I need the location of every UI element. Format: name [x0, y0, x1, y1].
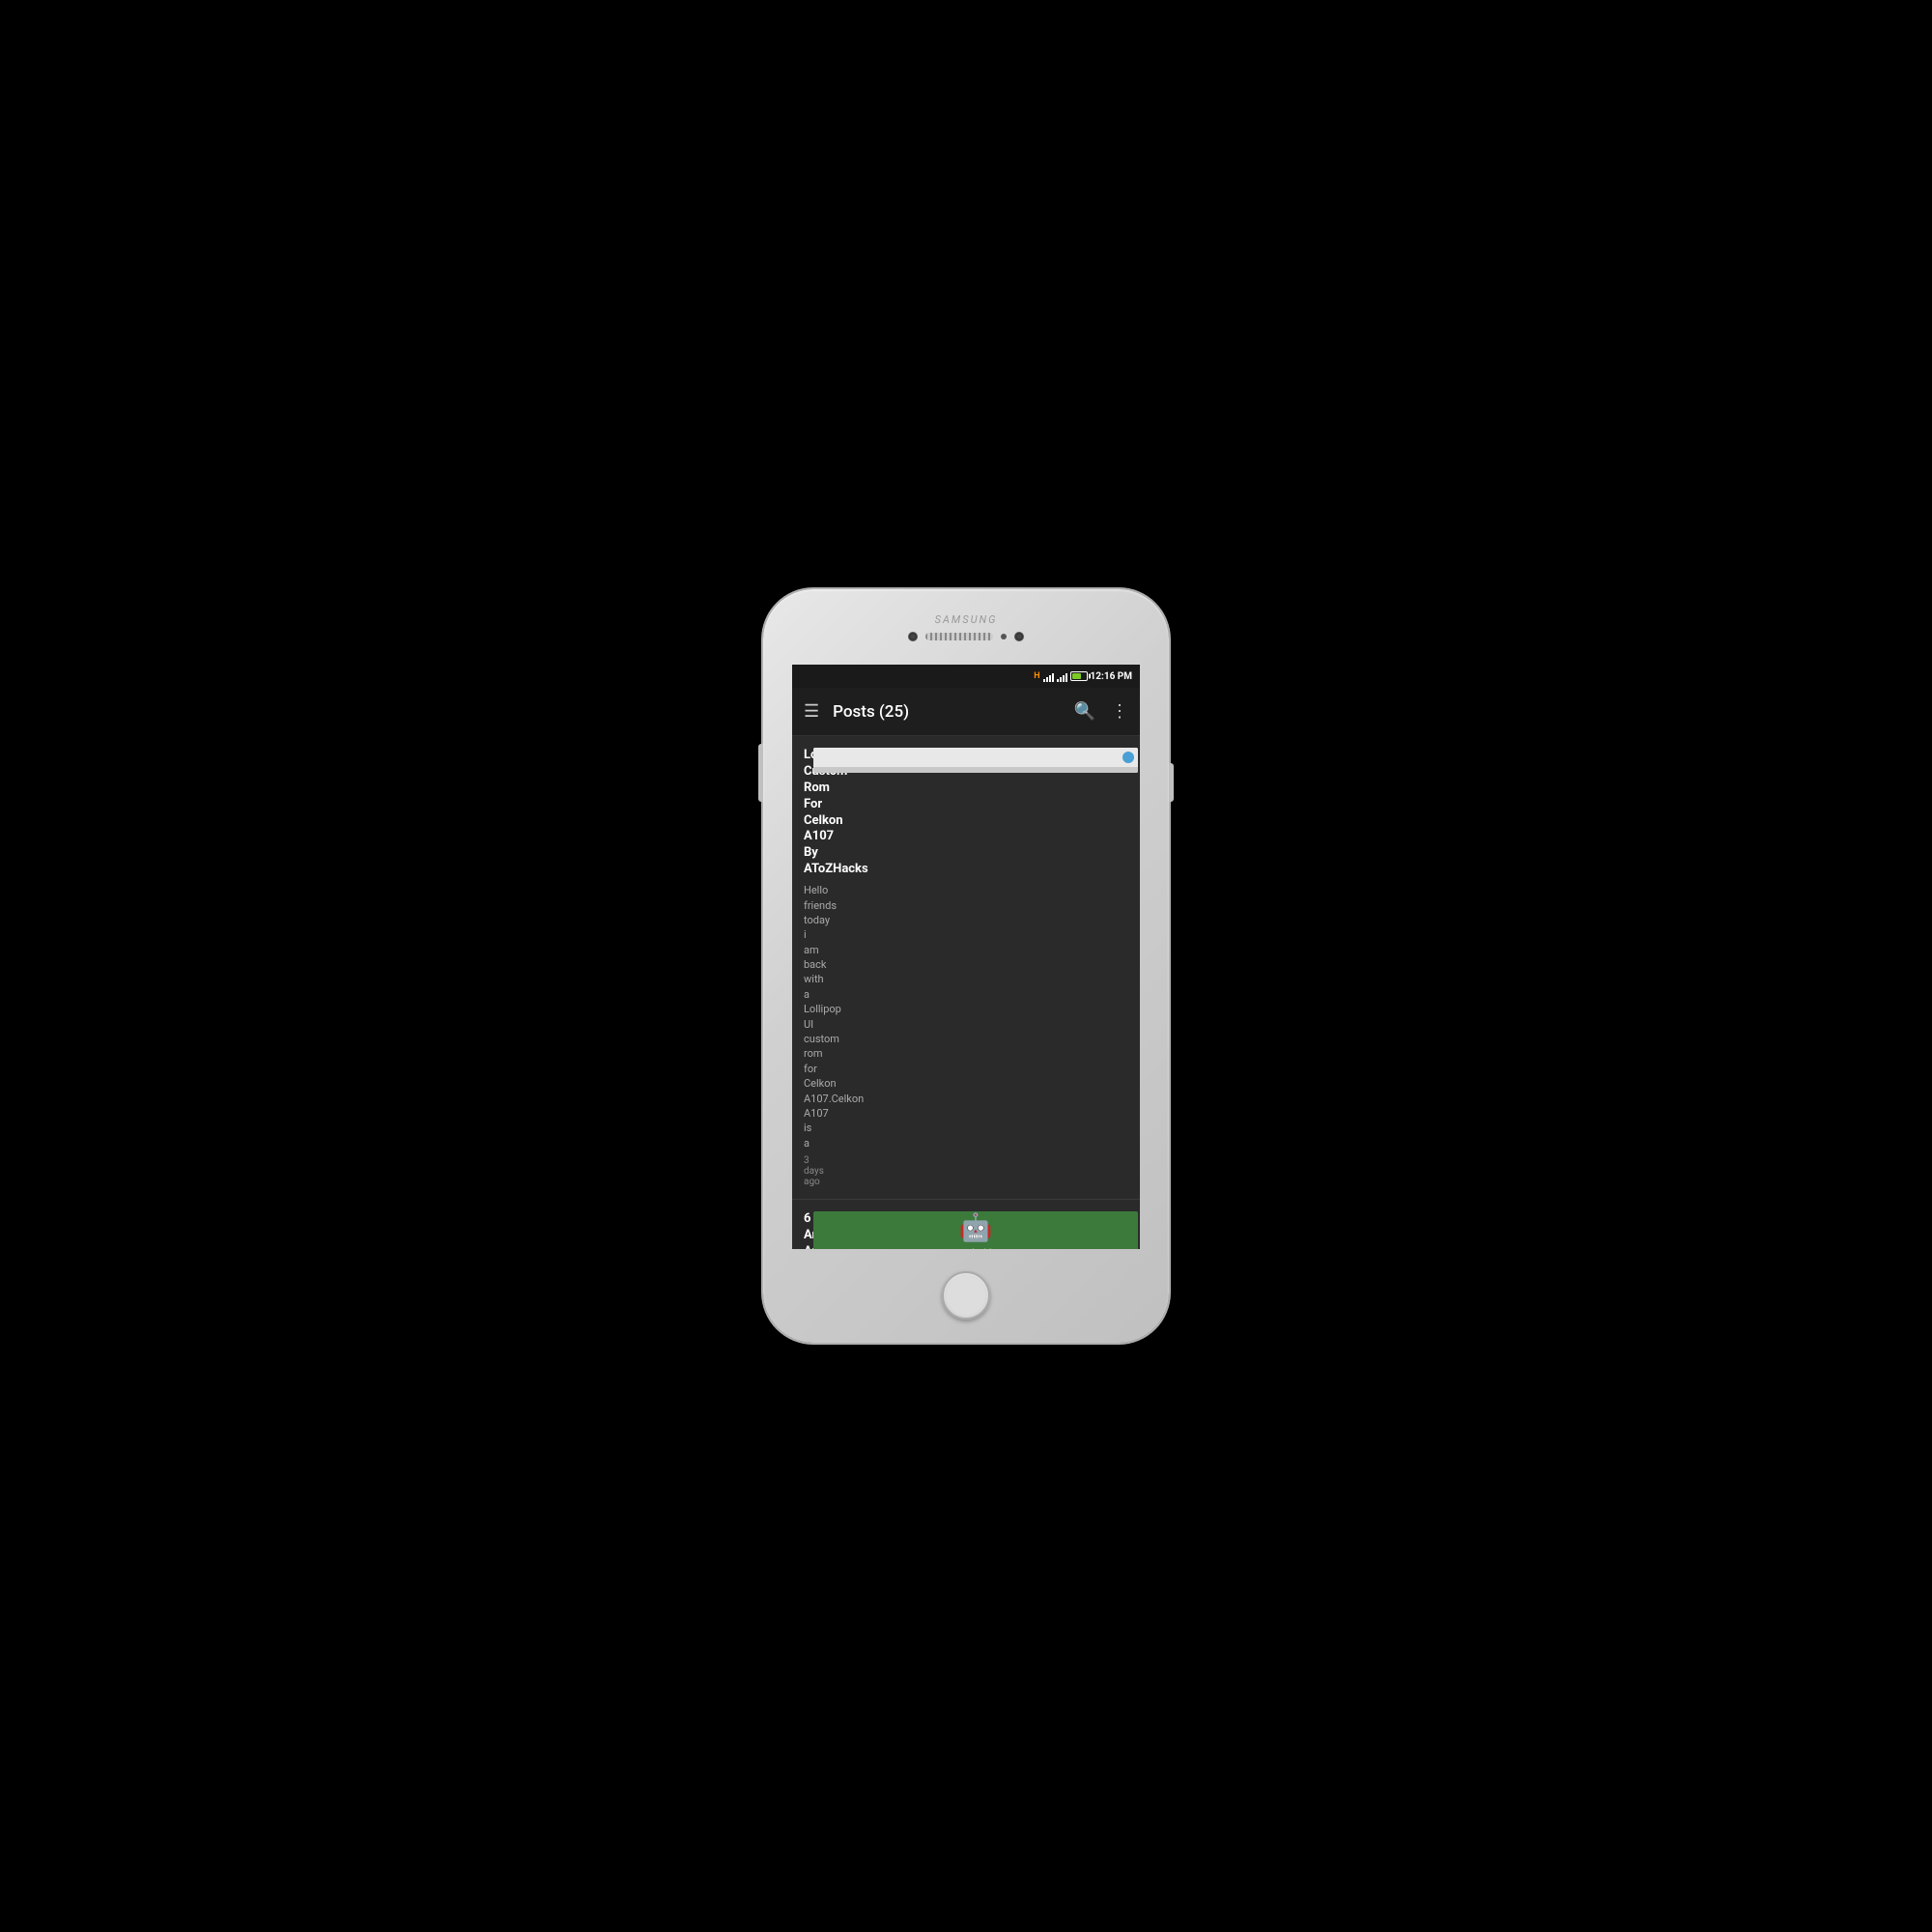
phone-device: SAMSUNG H	[763, 589, 1169, 1343]
thumb-keyboard-top	[813, 748, 1138, 767]
android-label: android	[959, 1247, 992, 1248]
posts-list[interactable]: Lollipop Custom Rom For Celkon A107 By A…	[792, 736, 1140, 1249]
battery-fill	[1072, 673, 1082, 679]
volume-button[interactable]	[758, 744, 763, 802]
signal-bar-2	[1057, 670, 1067, 682]
status-icons: H 12:16 PM	[1034, 670, 1132, 682]
more-options-icon[interactable]: ⋮	[1111, 701, 1128, 722]
sensor2-icon	[1014, 632, 1024, 641]
top-bezel: SAMSUNG	[763, 589, 1169, 665]
status-bar: H 12:16 PM	[792, 665, 1140, 688]
post-thumbnail: 🤖 android	[813, 1211, 1138, 1248]
home-button[interactable]	[942, 1271, 990, 1320]
brand-label: SAMSUNG	[935, 613, 998, 626]
post-thumbnail	[813, 748, 1138, 773]
app-toolbar: ☰ Posts (25) 🔍 ⋮	[792, 688, 1140, 736]
search-icon[interactable]: 🔍	[1074, 701, 1095, 722]
sensor-icon	[1001, 634, 1007, 639]
hamburger-icon[interactable]: ☰	[804, 701, 819, 722]
android-robot-icon: 🤖	[959, 1211, 993, 1243]
phone-screen: H 12:16 PM	[792, 665, 1140, 1249]
battery-icon	[1070, 671, 1088, 681]
signal-bar-1	[1043, 670, 1054, 682]
toolbar-actions: 🔍 ⋮	[1074, 701, 1128, 722]
bottom-bezel	[763, 1249, 1169, 1344]
speaker-grill	[925, 633, 993, 640]
power-button[interactable]	[1169, 763, 1174, 802]
keyboard-keys	[813, 767, 1138, 773]
keyboard-circle	[1122, 752, 1134, 763]
list-item[interactable]: Lollipop Custom Rom For Celkon A107 By A…	[792, 736, 1140, 1200]
top-sensors	[908, 632, 1024, 641]
toolbar-title: Posts (25)	[833, 702, 1073, 722]
h-indicator: H	[1034, 671, 1039, 681]
status-time: 12:16 PM	[1091, 671, 1132, 682]
list-item[interactable]: 6 Android Apps From A Developer 2015 hel…	[792, 1200, 1140, 1248]
front-camera-icon	[908, 632, 918, 641]
